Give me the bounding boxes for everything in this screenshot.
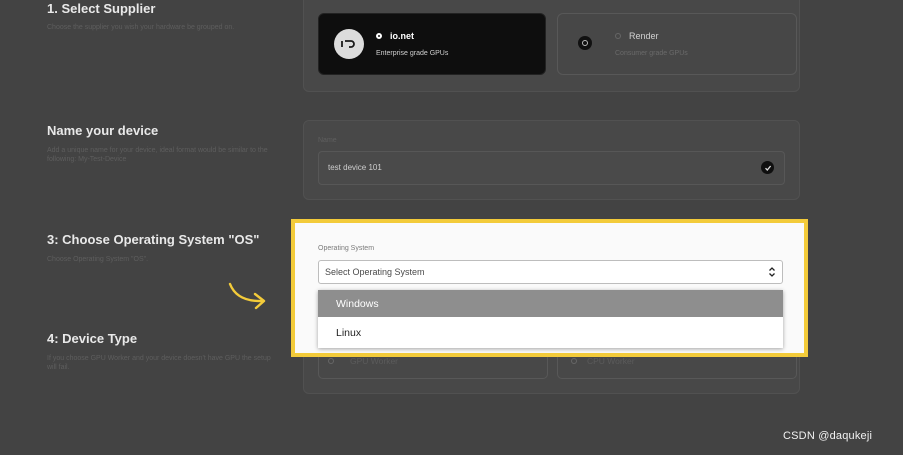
- os-select[interactable]: Select Operating System: [318, 260, 783, 284]
- render-radio[interactable]: [615, 33, 621, 39]
- supplier-option-io-net[interactable]: io.net Enterprise grade GPUs: [318, 13, 546, 75]
- device-type-section-description: If you choose GPU Worker and your device…: [47, 355, 271, 371]
- render-logo-icon: [578, 36, 592, 50]
- name-field-label: Name: [318, 137, 337, 144]
- io-net-sublabel: Enterprise grade GPUs: [376, 50, 449, 57]
- device-name-value: test device 101: [328, 163, 382, 172]
- gpu-worker-label: GPU Worker: [350, 356, 399, 366]
- gpu-worker-radio[interactable]: [328, 358, 334, 364]
- chevron-updown-icon: [769, 267, 775, 277]
- cpu-worker-label: CPU Worker: [587, 356, 635, 366]
- os-option-windows[interactable]: Windows: [318, 290, 783, 317]
- os-select-placeholder: Select Operating System: [325, 267, 425, 277]
- watermark-text: CSDN @daqukeji: [783, 430, 873, 442]
- render-label: Render: [629, 31, 659, 41]
- cpu-worker-radio[interactable]: [571, 358, 577, 364]
- name-section-title: Name your device: [47, 123, 159, 138]
- supplier-section-title: 1. Select Supplier: [47, 1, 156, 16]
- check-icon: [761, 161, 774, 174]
- device-type-section-title: 4: Device Type: [47, 331, 138, 346]
- os-dropdown-menu: Windows Linux: [318, 290, 783, 348]
- os-field-label: Operating System: [318, 245, 375, 252]
- os-option-linux[interactable]: Linux: [318, 317, 783, 348]
- io-net-label: io.net: [390, 31, 414, 41]
- supplier-option-render[interactable]: Render Consumer grade GPUs: [557, 13, 797, 75]
- supplier-section-description: Choose the supplier you wish your hardwa…: [47, 24, 235, 31]
- io-net-radio[interactable]: [376, 33, 382, 39]
- render-sublabel: Consumer grade GPUs: [615, 50, 688, 57]
- device-name-input[interactable]: test device 101: [318, 151, 785, 185]
- curved-arrow-icon: [228, 282, 266, 310]
- os-section-title: 3: Choose Operating System "OS": [47, 232, 260, 247]
- io-net-logo-icon: [334, 29, 364, 59]
- os-section-description: Choose Operating System "OS".: [47, 256, 149, 263]
- name-section-description: Add a unique name for your device, ideal…: [47, 147, 268, 163]
